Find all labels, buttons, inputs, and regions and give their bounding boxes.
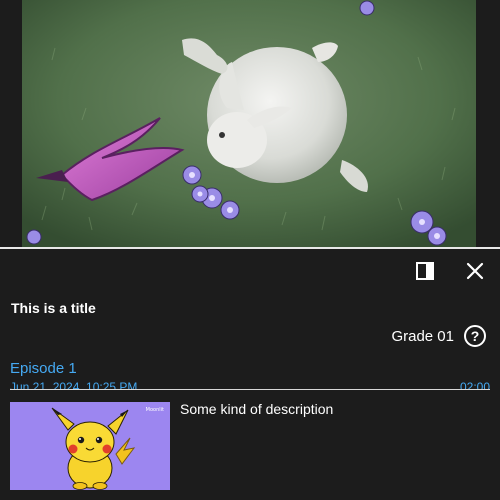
video-scene-image: [22, 0, 476, 247]
thumbnail-badge: Moonlit: [145, 407, 164, 413]
close-button[interactable]: [463, 259, 487, 283]
item-title: This is a title: [11, 300, 96, 316]
episode-divider: [10, 389, 490, 390]
video-divider: [0, 247, 500, 249]
episode-meta-row: Jun 21, 2024, 10:25 PM 02:00: [10, 381, 490, 389]
episode-duration: 02:00: [459, 381, 490, 389]
video-player[interactable]: [0, 0, 500, 247]
episode-title-link[interactable]: Episode 1: [10, 360, 77, 377]
pikachu-thumbnail-image: [51, 407, 136, 490]
video-frame[interactable]: [22, 0, 476, 247]
help-icon[interactable]: ?: [464, 325, 486, 347]
episode-description: Some kind of description: [180, 401, 334, 417]
close-icon: [466, 262, 484, 280]
episode-thumbnail[interactable]: Moonlit: [10, 402, 170, 490]
grade-label: Grade 01: [391, 327, 454, 345]
grade-row: Grade 01 ?: [391, 324, 486, 348]
side-panel-icon: [416, 262, 434, 280]
episode-date: Jun 21, 2024, 10:25 PM: [10, 381, 138, 389]
side-panel-toggle-button[interactable]: [413, 259, 437, 283]
